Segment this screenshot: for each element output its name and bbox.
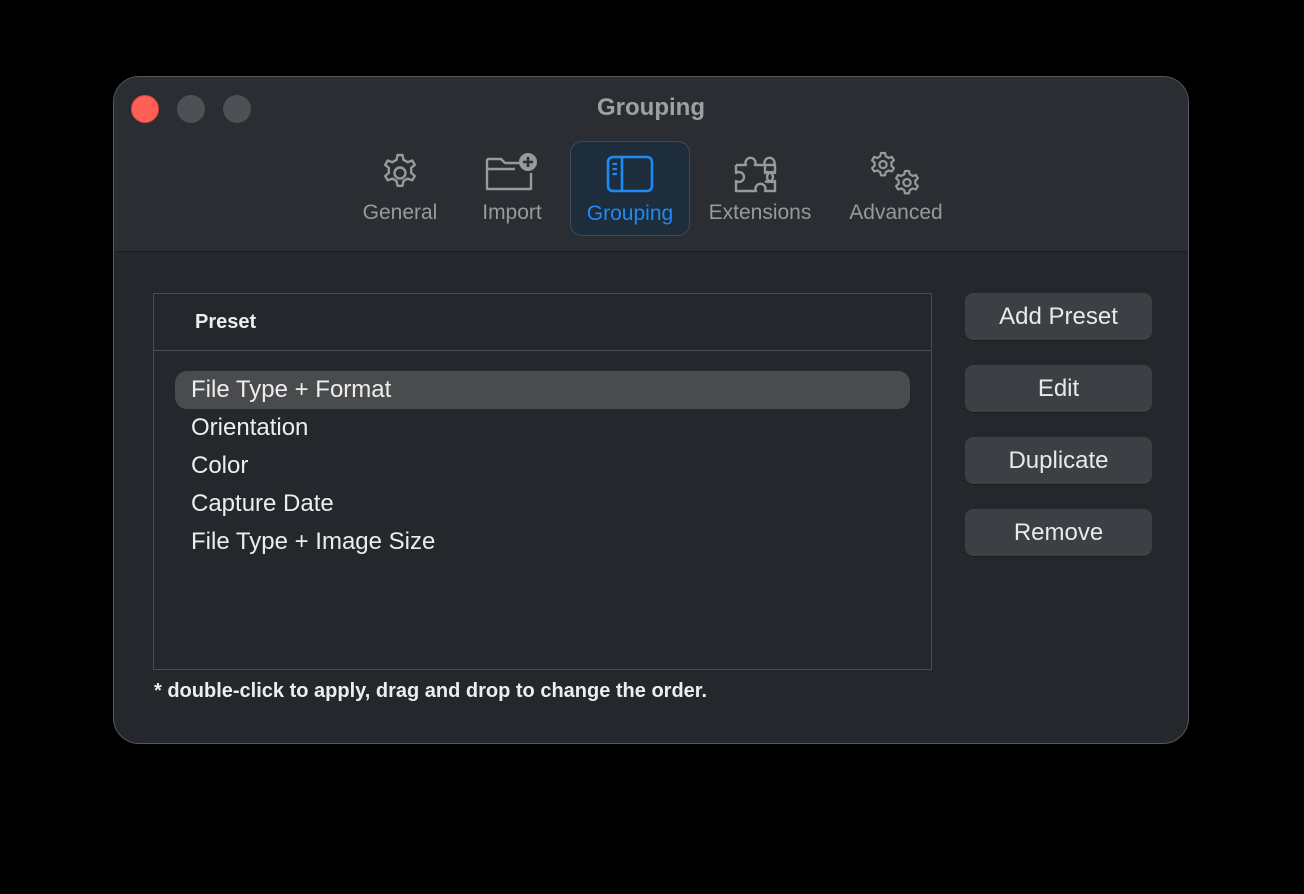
- folder-plus-icon: [464, 151, 560, 195]
- preset-row-color[interactable]: Color: [175, 447, 910, 485]
- add-preset-button[interactable]: Add Preset: [965, 293, 1152, 340]
- preset-list-header[interactable]: Preset: [154, 294, 931, 351]
- tab-grouping-label: Grouping: [586, 202, 674, 225]
- preset-row-label: File Type + Format: [191, 376, 392, 403]
- edit-button[interactable]: Edit: [965, 365, 1152, 412]
- tab-import[interactable]: Import: [464, 141, 560, 236]
- preset-row-label: Orientation: [191, 414, 309, 441]
- preset-row-file-type-image-size[interactable]: File Type + Image Size: [175, 523, 910, 561]
- gears-icon: [838, 151, 954, 195]
- puzzle-icon: [700, 151, 820, 195]
- tab-advanced-label: Advanced: [849, 201, 943, 224]
- preset-row-orientation[interactable]: Orientation: [175, 409, 910, 447]
- preset-list[interactable]: Preset File Type + Format Orientation Co…: [153, 293, 932, 670]
- help-footnote: * double-click to apply, drag and drop t…: [154, 680, 708, 702]
- duplicate-button[interactable]: Duplicate: [965, 437, 1152, 484]
- preset-row-label: Color: [191, 452, 249, 479]
- window-title: Grouping: [597, 94, 705, 121]
- sidebar-icon: [571, 152, 689, 196]
- preset-column-header: Preset: [195, 311, 257, 333]
- remove-button[interactable]: Remove: [965, 509, 1152, 556]
- gear-icon: [352, 151, 448, 195]
- titlebar: Grouping General Import Grouping Extensi…: [114, 77, 1188, 252]
- tab-general[interactable]: General: [352, 141, 448, 236]
- tab-import-label: Import: [482, 201, 542, 224]
- preset-row-label: File Type + Image Size: [191, 528, 436, 555]
- preferences-window: Grouping General Import Grouping Extensi…: [113, 76, 1189, 744]
- tab-general-label: General: [362, 201, 438, 224]
- preset-row-capture-date[interactable]: Capture Date: [175, 485, 910, 523]
- preset-row-file-type-format[interactable]: File Type + Format: [175, 371, 910, 409]
- tab-advanced[interactable]: Advanced: [838, 141, 954, 236]
- tab-grouping[interactable]: Grouping: [570, 141, 690, 236]
- preset-row-label: Capture Date: [191, 490, 334, 517]
- tab-extensions[interactable]: Extensions: [700, 141, 820, 236]
- tab-extensions-label: Extensions: [708, 201, 812, 224]
